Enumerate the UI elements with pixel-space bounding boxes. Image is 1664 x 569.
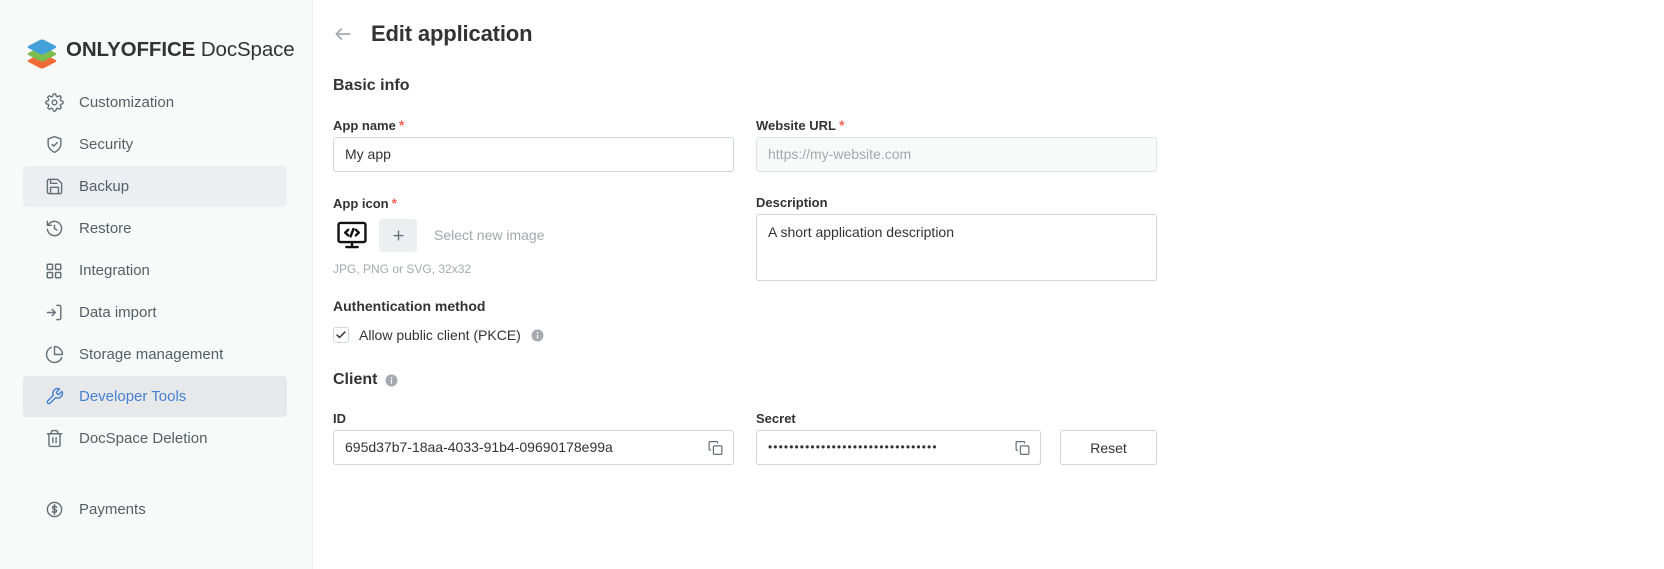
main-content: Edit application Basic info App name * M… <box>313 0 1664 569</box>
description-textarea[interactable]: A short application description <box>756 214 1157 281</box>
pkce-checkbox[interactable] <box>333 327 349 343</box>
grid-squares-icon <box>44 261 64 281</box>
sidebar-item-developer-tools[interactable]: Developer Tools <box>23 376 287 417</box>
brand-logo-block[interactable]: ONLYOFFICE DocSpace <box>0 0 312 72</box>
page-title: Edit application <box>371 21 533 46</box>
field-client-id: ID 695d37b7-18aa-4033-91b4-09690178e99a <box>333 412 734 465</box>
info-icon[interactable] <box>385 374 398 387</box>
field-website-url: Website URL * https://my-website.com <box>756 118 1157 172</box>
website-url-label-text: Website URL <box>756 118 836 133</box>
sidebar-item-restore[interactable]: Restore <box>23 208 287 249</box>
sidebar-nav: Customization Security Backup Restore In… <box>0 72 312 530</box>
sidebar-item-docspace-deletion[interactable]: DocSpace Deletion <box>23 418 287 459</box>
sidebar-item-label: Customization <box>79 94 175 111</box>
pkce-checkbox-row: Allow public client (PKCE) <box>333 325 1664 345</box>
field-description: Description A short application descript… <box>756 196 1157 281</box>
onlyoffice-logo-icon <box>25 37 58 70</box>
pie-chart-icon <box>44 345 64 365</box>
authentication-method-block: Authentication method Allow public clien… <box>333 299 1664 345</box>
client-secret-row: •••••••••••••••••••••••••••••••• Reset <box>756 430 1157 465</box>
restore-clock-icon <box>44 219 64 239</box>
gear-icon <box>44 93 64 113</box>
sidebar-item-integration[interactable]: Integration <box>23 250 287 291</box>
client-id-label: ID <box>333 412 734 425</box>
copy-icon[interactable] <box>1014 439 1031 456</box>
select-new-image-label[interactable]: Select new image <box>434 227 545 243</box>
sidebar-item-label: Storage management <box>79 346 224 363</box>
client-id-input[interactable]: 695d37b7-18aa-4033-91b4-09690178e99a <box>333 430 734 465</box>
info-icon[interactable] <box>531 329 544 342</box>
sidebar-item-label: Payments <box>79 501 146 518</box>
sidebar-item-security[interactable]: Security <box>23 124 287 165</box>
client-secret-input-wrap: •••••••••••••••••••••••••••••••• <box>756 430 1041 465</box>
sidebar-item-data-import[interactable]: Data import <box>23 292 287 333</box>
description-label-text: Description <box>756 195 828 210</box>
required-asterisk: * <box>398 117 405 133</box>
pkce-checkbox-label[interactable]: Allow public client (PKCE) <box>359 328 521 342</box>
website-url-label: Website URL * <box>756 118 1157 132</box>
app-icon-hint: JPG, PNG or SVG, 32x32 <box>333 262 472 276</box>
client-secret-masked-value: •••••••••••••••••••••••••••••••• <box>768 440 938 454</box>
required-asterisk: * <box>391 195 398 211</box>
authentication-method-label: Authentication method <box>333 298 486 314</box>
required-asterisk: * <box>838 117 845 133</box>
sidebar-item-customization[interactable]: Customization <box>23 82 287 123</box>
sidebar-item-label: Restore <box>79 220 132 237</box>
sidebar-item-label: Developer Tools <box>79 388 187 405</box>
sidebar-item-backup[interactable]: Backup <box>23 166 287 207</box>
field-app-icon: App icon * Select new image JPG, PNG or … <box>333 196 734 281</box>
reset-secret-button[interactable]: Reset <box>1060 430 1157 465</box>
brand-name-light: DocSpace <box>195 37 295 61</box>
form-row-3: ID 695d37b7-18aa-4033-91b4-09690178e99a … <box>333 412 1664 465</box>
client-id-label-text: ID <box>333 411 346 426</box>
import-arrow-icon <box>44 303 64 323</box>
copy-icon[interactable] <box>707 439 724 456</box>
brand-name: ONLYOFFICE DocSpace <box>66 37 295 63</box>
client-secret-label: Secret <box>756 412 1157 425</box>
section-title-basic-info-label: Basic info <box>333 77 410 94</box>
app-icon-label-text: App icon <box>333 196 389 211</box>
app-name-label: App name * <box>333 118 734 132</box>
client-secret-label-text: Secret <box>756 411 796 426</box>
dollar-circle-icon <box>44 500 64 520</box>
sidebar-divider-spacer <box>0 460 312 488</box>
form-row-1: App name * My app Website URL * https://… <box>333 118 1664 172</box>
sidebar-item-label: Data import <box>79 304 157 321</box>
field-app-name: App name * My app <box>333 118 734 172</box>
brand-name-bold: ONLYOFFICE <box>66 37 196 61</box>
app-name-input[interactable]: My app <box>333 137 734 172</box>
client-secret-input[interactable]: •••••••••••••••••••••••••••••••• <box>756 430 1041 465</box>
sidebar-item-label: Backup <box>79 178 130 195</box>
floppy-disk-icon <box>44 177 64 197</box>
sidebar-item-label: Security <box>79 136 134 153</box>
app-root: ONLYOFFICE DocSpace Customization Securi… <box>0 0 1664 569</box>
trash-icon <box>44 429 64 449</box>
section-title-basic-info: Basic info <box>333 78 1664 94</box>
sidebar-item-label: Integration <box>79 262 150 279</box>
sidebar: ONLYOFFICE DocSpace Customization Securi… <box>0 0 313 569</box>
shield-check-icon <box>44 135 64 155</box>
field-client-secret: Secret •••••••••••••••••••••••••••••••• … <box>756 412 1157 465</box>
description-label: Description <box>756 196 1157 209</box>
client-id-input-wrap: 695d37b7-18aa-4033-91b4-09690178e99a <box>333 430 734 465</box>
sidebar-item-storage-management[interactable]: Storage management <box>23 334 287 375</box>
code-monitor-icon <box>333 216 371 254</box>
add-image-button[interactable] <box>379 218 417 252</box>
page-header: Edit application <box>333 23 1664 45</box>
app-name-label-text: App name <box>333 118 396 133</box>
sidebar-item-label: DocSpace Deletion <box>79 430 208 447</box>
developer-tools-icon <box>44 387 64 407</box>
arrow-left-icon[interactable] <box>333 24 353 44</box>
app-icon-label: App icon * <box>333 196 734 210</box>
website-url-input[interactable]: https://my-website.com <box>756 137 1157 172</box>
section-title-client: Client <box>333 372 1664 388</box>
form-row-2: App icon * Select new image JPG, PNG or … <box>333 196 1664 281</box>
sidebar-item-payments[interactable]: Payments <box>23 489 287 530</box>
section-title-client-label: Client <box>333 371 378 388</box>
app-icon-row: Select new image <box>333 215 734 255</box>
client-section: Client ID 695d37b7-18aa-4033-91b4-096901… <box>333 372 1664 465</box>
